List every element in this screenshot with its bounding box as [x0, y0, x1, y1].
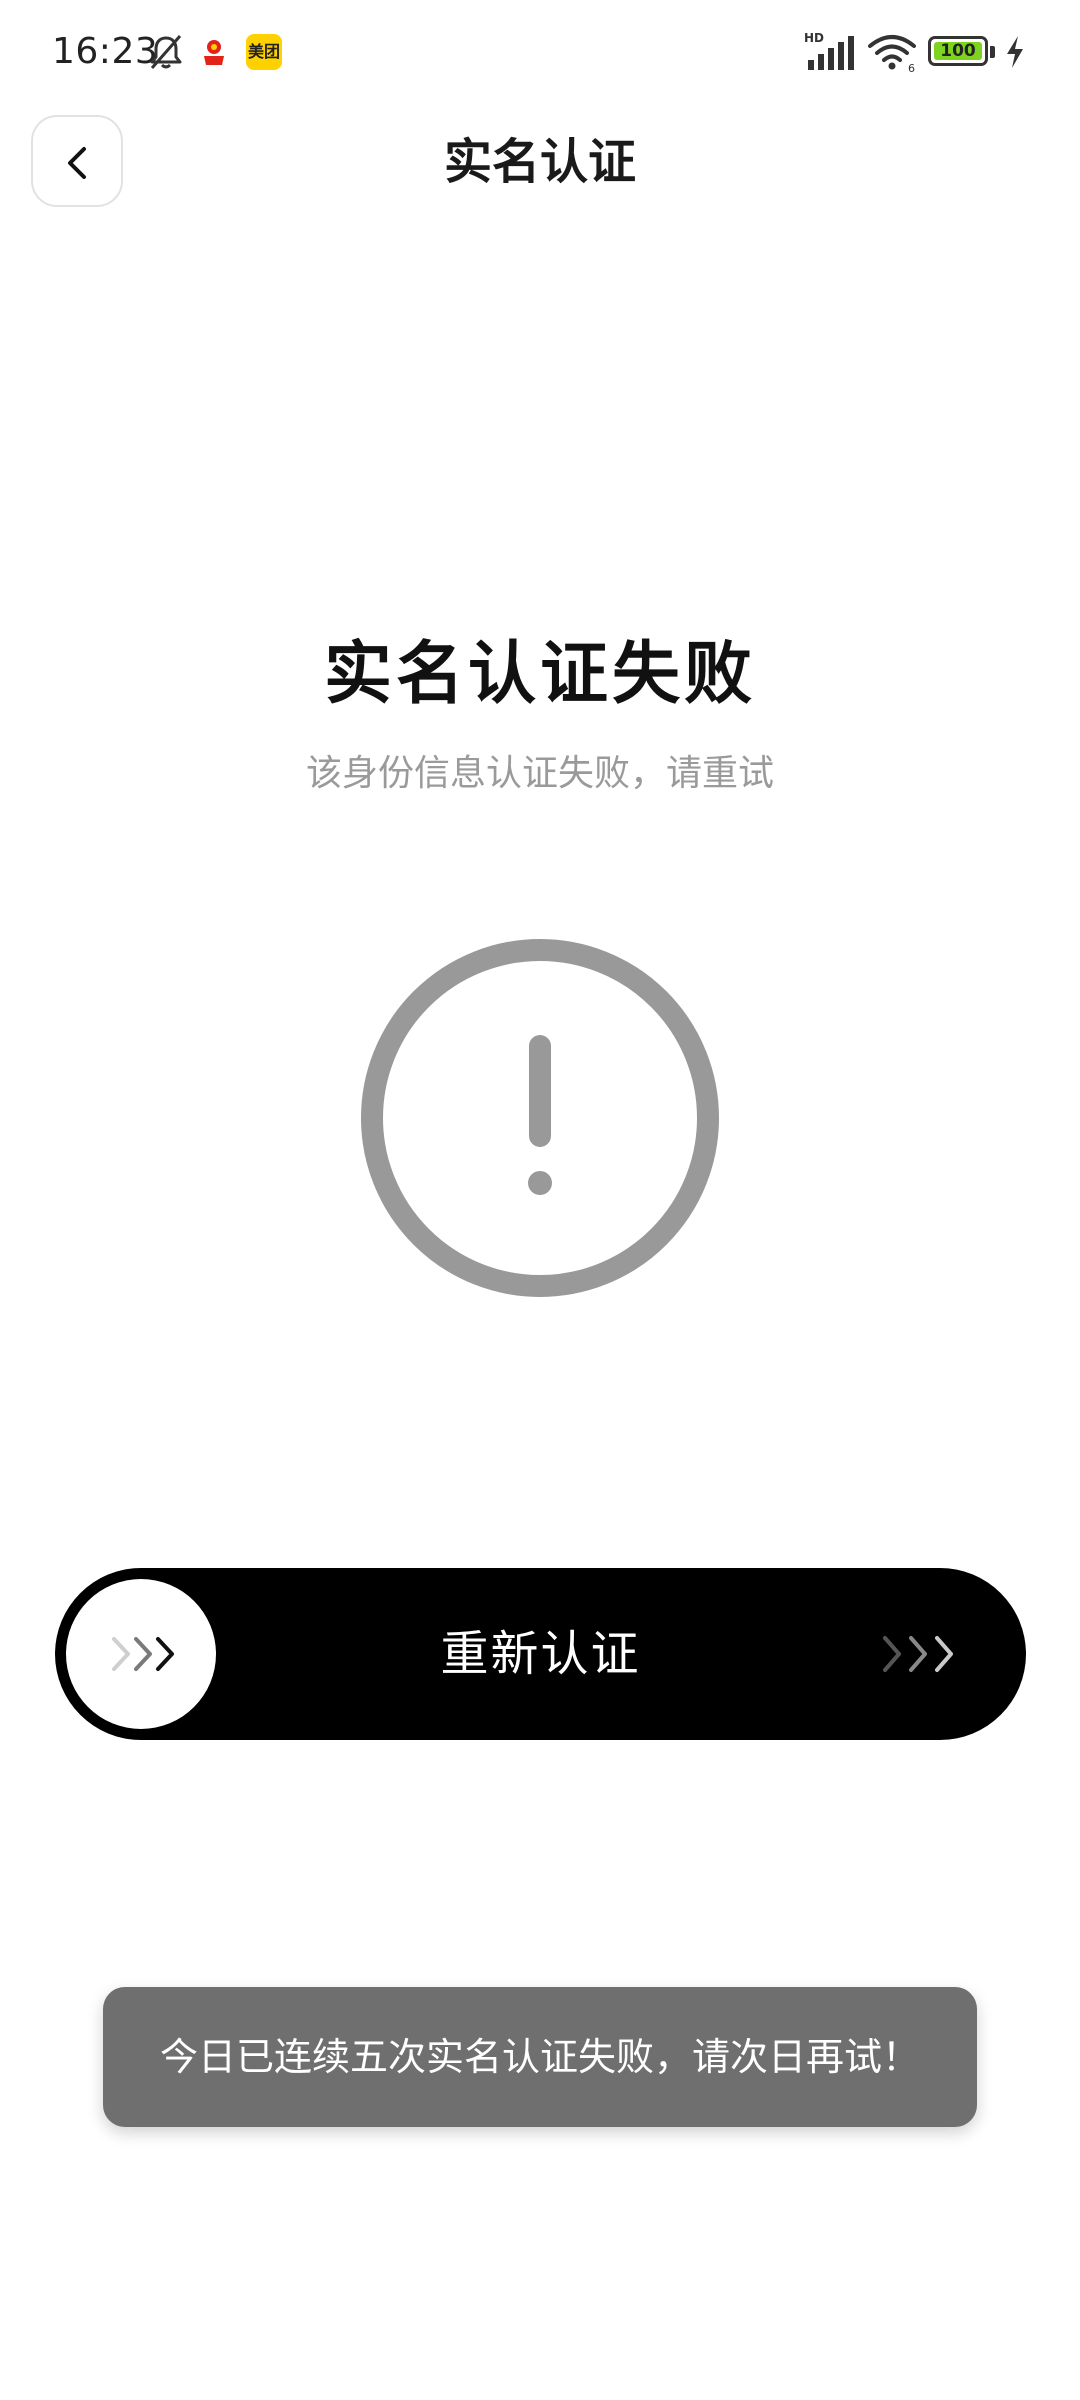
- status-time: 16:23: [52, 31, 159, 72]
- charging-icon: [1007, 36, 1023, 68]
- bell-muted-icon: [150, 35, 182, 69]
- kuaishou-app-icon: [196, 34, 232, 70]
- status-bar: 16:23 美团 HD 6 100: [0, 0, 1080, 104]
- battery-icon: 100: [928, 36, 988, 66]
- slider-knob[interactable]: [66, 1579, 216, 1729]
- meituan-app-icon: 美团: [246, 34, 282, 70]
- triple-chevron-right-icon: [112, 1637, 174, 1671]
- result-subtitle: 该身份信息认证失败，请重试: [305, 753, 774, 794]
- battery-cap: [990, 46, 995, 58]
- retry-slider[interactable]: 重新认证: [55, 1568, 1026, 1740]
- toast-message: 今日已连续五次实名认证失败，请次日再试！: [159, 2035, 920, 2079]
- battery-level: 100: [934, 42, 982, 60]
- result-title: 实名认证失败: [323, 635, 756, 714]
- toast: 今日已连续五次实名认证失败，请次日再试！: [103, 1987, 977, 2127]
- signal-icon: HD: [804, 31, 854, 70]
- exclamation-circle-icon: [361, 939, 719, 1297]
- page-title: 实名认证: [443, 134, 636, 190]
- svg-text:6: 6: [908, 62, 915, 72]
- wifi-icon: 6: [868, 35, 916, 72]
- slide-hint-arrows-icon: [883, 1636, 953, 1672]
- svg-text:HD: HD: [804, 31, 824, 45]
